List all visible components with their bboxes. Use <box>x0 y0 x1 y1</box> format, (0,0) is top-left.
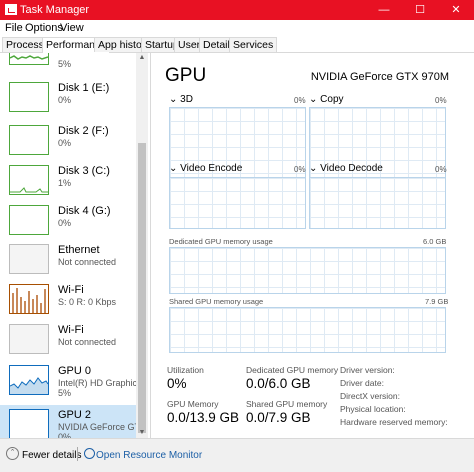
thumb-graph <box>9 82 49 112</box>
directx-version-label: DirectX version: <box>340 391 400 401</box>
sidebar-item-sub: Intel(R) HD Graphics 4 <box>58 378 148 388</box>
footer-bar: ⌃ Fewer details Open Resource Monitor <box>0 438 474 472</box>
close-button[interactable]: ✕ <box>438 0 474 20</box>
window-title: Task Manager <box>20 4 90 16</box>
sidebar-item-sub: S: 0 R: 0 Kbps <box>58 297 117 307</box>
thumb-graph <box>9 365 49 395</box>
utilization-value: 0% <box>167 376 187 391</box>
thumb-graph <box>9 324 49 354</box>
resource-monitor-icon[interactable] <box>84 448 95 459</box>
performance-sidebar: 5% Disk 1 (E:) 0% Disk 2 (F:) 0% Disk 3 … <box>0 53 148 438</box>
engine-video-decode-pct: 0% <box>435 165 447 174</box>
footer-divider <box>77 447 78 461</box>
engine-video-decode-selector[interactable]: ⌄ Video Decode <box>309 163 383 174</box>
sidebar-item-label: Ethernet <box>58 244 100 256</box>
shared-memory-graph <box>169 307 446 353</box>
sidebar-item-label: Disk 3 (C:) <box>58 165 110 177</box>
engine-label: Copy <box>320 94 344 105</box>
menu-options[interactable]: Options <box>25 22 63 34</box>
sidebar-item-disk-2[interactable]: Disk 2 (F:) 0% <box>0 121 136 161</box>
thumb-graph <box>9 205 49 235</box>
thumb-graph <box>9 284 49 314</box>
sidebar-item-disk-1[interactable]: Disk 1 (E:) 0% <box>0 78 136 118</box>
sidebar-item-sub: 5% <box>58 59 72 69</box>
sidebar-item-label: Wi-Fi <box>58 284 84 296</box>
menu-view[interactable]: View <box>60 22 84 34</box>
thumb-graph <box>9 125 49 155</box>
sidebar-item-sub: 0% <box>58 138 72 148</box>
menu-file[interactable]: File <box>5 22 23 34</box>
physical-location-label: Physical location: <box>340 404 406 414</box>
tab-services[interactable]: Services <box>229 37 278 52</box>
sidebar-item-partial[interactable]: 5% <box>0 53 136 71</box>
tab-bar: Processes Performance App history Startu… <box>0 36 474 53</box>
shared-memory-stat-label: Shared GPU memory <box>246 399 328 409</box>
sidebar-item-label: Disk 2 (F:) <box>58 125 109 137</box>
engine-video-encode-selector[interactable]: ⌄ Video Encode <box>169 163 242 174</box>
shared-memory-label: Shared GPU memory usage <box>169 297 264 306</box>
engine-copy-selector[interactable]: ⌄ Copy <box>309 94 344 105</box>
sidebar-item-label: GPU 0 <box>58 365 92 377</box>
scroll-up-arrow-icon[interactable]: ▲ <box>136 53 148 63</box>
sidebar-item-disk-3[interactable]: Disk 3 (C:) 1% <box>0 161 136 201</box>
dedicated-memory-graph <box>169 247 446 294</box>
engine-video-encode-pct: 0% <box>294 165 306 174</box>
engine-3d-selector[interactable]: ⌄ 3D <box>169 94 193 105</box>
shared-memory-max: 7.9 GB <box>425 297 449 306</box>
fewer-details-button[interactable]: Fewer details <box>22 450 81 461</box>
sidebar-item-sub-2: 5% <box>58 388 72 398</box>
sidebar-item-wifi-2[interactable]: Wi-Fi Not connected <box>0 320 136 360</box>
task-manager-icon <box>5 4 17 15</box>
gpu-detail-panel: GPU NVIDIA GeForce GTX 970M ⌄ 3D 0% ⌄ Co… <box>150 53 474 438</box>
gpu-memory-label: GPU Memory <box>167 399 219 409</box>
sidebar-item-sub: 0% <box>58 218 72 228</box>
sidebar-item-sub: NVIDIA GeForce GTX 9 <box>58 422 148 432</box>
engine-3d-pct: 0% <box>294 96 306 105</box>
utilization-label: Utilization <box>167 365 204 375</box>
hardware-reserved-memory-label: Hardware reserved memory: <box>340 417 448 427</box>
engine-label: 3D <box>180 94 193 105</box>
sidebar-item-gpu-2[interactable]: GPU 2 NVIDIA GeForce GTX 9 0% <box>0 405 148 438</box>
sidebar-item-label: Wi-Fi <box>58 324 84 336</box>
maximize-button[interactable]: ☐ <box>402 0 438 20</box>
scroll-down-arrow-icon[interactable]: ▼ <box>136 428 148 438</box>
sidebar-item-sub: 0% <box>58 95 72 105</box>
sidebar-scrollbar[interactable]: ▲ ▼ <box>136 53 148 438</box>
dedicated-memory-stat-value: 0.0/6.0 GB <box>246 376 311 391</box>
dedicated-memory-stat-label: Dedicated GPU memory <box>246 365 339 375</box>
sidebar-item-label: Disk 4 (G:) <box>58 205 111 217</box>
dedicated-memory-label: Dedicated GPU memory usage <box>169 237 273 246</box>
engine-video-encode-graph <box>169 177 306 229</box>
shared-memory-stat-value: 0.0/7.9 GB <box>246 410 311 425</box>
engine-video-decode-graph <box>309 177 446 229</box>
minimize-button[interactable]: — <box>366 0 402 20</box>
dedicated-memory-max: 6.0 GB <box>423 237 447 246</box>
thumb-graph <box>9 53 49 65</box>
sidebar-item-ethernet[interactable]: Ethernet Not connected <box>0 240 136 280</box>
sidebar-item-sub: Not connected <box>58 337 117 347</box>
thumb-graph <box>9 409 49 438</box>
thumb-graph <box>9 165 49 195</box>
sidebar-item-wifi-1[interactable]: Wi-Fi S: 0 R: 0 Kbps <box>0 280 136 320</box>
menu-bar: File Options View <box>0 20 474 36</box>
engine-copy-pct: 0% <box>435 96 447 105</box>
gpu-model-name: NVIDIA GeForce GTX 970M <box>310 71 449 83</box>
thumb-graph <box>9 244 49 274</box>
chevron-up-icon[interactable]: ⌃ <box>6 447 19 460</box>
sidebar-item-gpu-0[interactable]: GPU 0 Intel(R) HD Graphics 4 5% <box>0 361 148 401</box>
engine-label: Video Decode <box>320 163 383 174</box>
page-title: GPU <box>165 65 207 86</box>
sidebar-item-label: Disk 1 (E:) <box>58 82 110 94</box>
gpu-memory-value: 0.0/13.9 GB <box>167 410 240 425</box>
sidebar-item-disk-4[interactable]: Disk 4 (G:) 0% <box>0 201 136 241</box>
scroll-thumb[interactable] <box>138 143 146 433</box>
sidebar-item-label: GPU 2 <box>58 409 92 421</box>
title-bar: Task Manager — ☐ ✕ <box>0 0 474 20</box>
engine-label: Video Encode <box>180 163 243 174</box>
driver-version-label: Driver version: <box>340 365 395 375</box>
sidebar-item-sub: Not connected <box>58 257 117 267</box>
open-resource-monitor-link[interactable]: Open Resource Monitor <box>96 450 202 461</box>
sidebar-item-sub: 1% <box>58 178 72 188</box>
driver-date-label: Driver date: <box>340 378 384 388</box>
